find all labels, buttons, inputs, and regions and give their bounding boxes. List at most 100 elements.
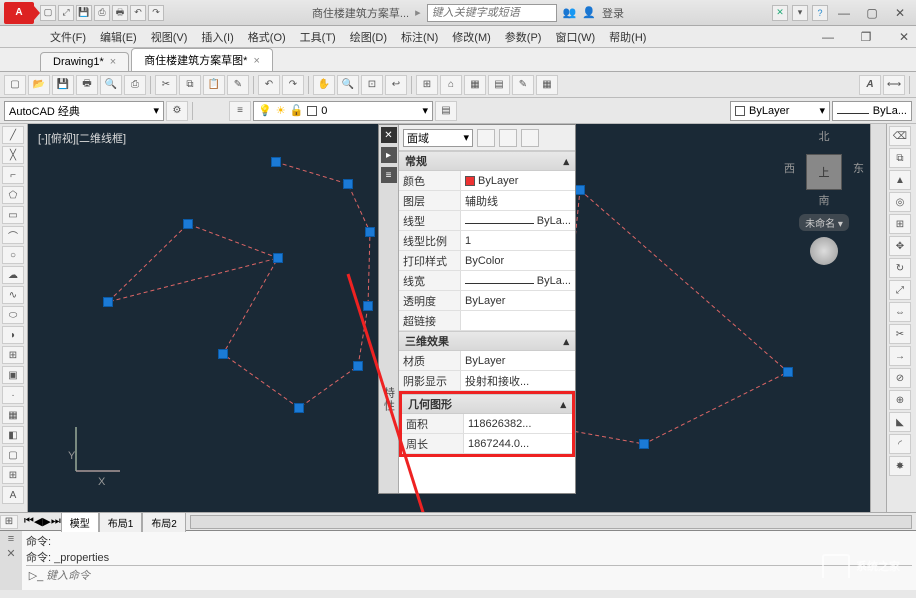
- layout-tab-1[interactable]: 布局1: [99, 512, 143, 532]
- circle-icon[interactable]: ○: [2, 246, 24, 264]
- property-row[interactable]: 线型比例1: [399, 231, 575, 251]
- mdi-minimize-button[interactable]: —: [816, 28, 840, 46]
- cut-icon[interactable]: ✂: [155, 75, 177, 95]
- doc-tab[interactable]: Drawing1*×: [40, 52, 129, 71]
- menu-insert[interactable]: 插入(I): [201, 29, 233, 45]
- tab-nav-last-icon[interactable]: ⏭: [51, 515, 61, 528]
- designcenter-icon[interactable]: ⌂: [440, 75, 462, 95]
- color-combo[interactable]: ByLayer ▾: [730, 101, 830, 121]
- property-row[interactable]: 超链接: [399, 311, 575, 331]
- extend-icon[interactable]: →: [889, 346, 911, 366]
- exchange-icon[interactable]: ✕: [772, 5, 788, 21]
- properties-icon[interactable]: ⊞: [416, 75, 438, 95]
- property-value[interactable]: 1867244.0...: [464, 434, 572, 453]
- pan-icon[interactable]: ✋: [313, 75, 335, 95]
- table-icon[interactable]: ⊞: [2, 466, 24, 484]
- menu-tools[interactable]: 工具(T): [300, 29, 336, 45]
- menu-draw[interactable]: 绘图(D): [350, 29, 387, 45]
- menu-dimension[interactable]: 标注(N): [401, 29, 438, 45]
- explode-icon[interactable]: ✸: [889, 456, 911, 476]
- selectobjects-icon[interactable]: [499, 129, 517, 147]
- section-geometry[interactable]: 几何图形▴: [402, 394, 572, 414]
- point-icon[interactable]: ·: [2, 386, 24, 404]
- viewcube-top-face[interactable]: 上: [806, 154, 842, 190]
- workspace-combo[interactable]: AutoCAD 经典▾: [4, 101, 164, 121]
- menu-help[interactable]: 帮助(H): [609, 29, 646, 45]
- move-icon[interactable]: ✥: [889, 236, 911, 256]
- copy-icon[interactable]: ⧉: [179, 75, 201, 95]
- property-value[interactable]: 118626382...: [464, 414, 572, 433]
- property-row[interactable]: 透明度ByLayer: [399, 291, 575, 311]
- grip-handle[interactable]: [365, 227, 375, 237]
- textstyle-icon[interactable]: A: [859, 75, 881, 95]
- block-icon[interactable]: ▣: [2, 366, 24, 384]
- quickselect-icon[interactable]: [477, 129, 495, 147]
- menu-format[interactable]: 格式(O): [248, 29, 286, 45]
- object-type-combo[interactable]: 面域▾: [403, 129, 473, 147]
- fillet-icon[interactable]: ◜: [889, 434, 911, 454]
- offset-icon[interactable]: ◎: [889, 192, 911, 212]
- mdi-restore-button[interactable]: ❐: [854, 28, 878, 46]
- cmd-close-icon[interactable]: ✕: [6, 547, 15, 560]
- arc-icon[interactable]: ⌒: [2, 226, 24, 244]
- cmd-history-icon[interactable]: ≡: [8, 533, 14, 545]
- property-value[interactable]: ByLa...: [461, 211, 575, 230]
- join-icon[interactable]: ⊕: [889, 390, 911, 410]
- help-search-input[interactable]: [427, 4, 557, 22]
- array-icon[interactable]: ⊞: [889, 214, 911, 234]
- layer-combo[interactable]: 💡 ☀ 🔓 0 ▾: [253, 101, 433, 121]
- menu-modify[interactable]: 修改(M): [452, 29, 491, 45]
- property-value[interactable]: ByLayer: [461, 171, 575, 190]
- property-row[interactable]: 面积118626382...: [402, 414, 572, 434]
- insert-icon[interactable]: ⊞: [2, 346, 24, 364]
- grip-handle[interactable]: [271, 157, 281, 167]
- property-row[interactable]: 阴影显示投射和接收...: [399, 371, 575, 391]
- undo-icon[interactable]: ↶: [258, 75, 280, 95]
- grip-handle[interactable]: [294, 403, 304, 413]
- layout-tab-2[interactable]: 布局2: [142, 512, 186, 532]
- stretch-icon[interactable]: ⇔: [889, 302, 911, 322]
- pim-icon[interactable]: [521, 129, 539, 147]
- close-button[interactable]: ✕: [888, 4, 912, 22]
- property-value[interactable]: ByColor: [461, 251, 575, 270]
- tab-close-icon[interactable]: ×: [253, 55, 259, 67]
- erase-icon[interactable]: ⌫: [889, 126, 911, 146]
- title-chevron-icon[interactable]: ▸: [415, 6, 421, 19]
- spline-icon[interactable]: ∿: [2, 286, 24, 304]
- grip-handle[interactable]: [218, 349, 228, 359]
- qat-undo-icon[interactable]: ↶: [130, 5, 146, 21]
- property-value[interactable]: ByLa...: [461, 271, 575, 290]
- preview-icon[interactable]: 🔍: [100, 75, 122, 95]
- grip-handle[interactable]: [639, 439, 649, 449]
- grip-handle[interactable]: [353, 361, 363, 371]
- qat-saveas-icon[interactable]: ⎙: [94, 5, 110, 21]
- qat-redo-icon[interactable]: ↷: [148, 5, 164, 21]
- linetype-combo[interactable]: ByLa...: [832, 101, 912, 121]
- command-input[interactable]: [46, 569, 912, 582]
- grip-handle[interactable]: [783, 367, 793, 377]
- property-row[interactable]: 颜色ByLayer: [399, 171, 575, 191]
- revcloud-icon[interactable]: ☁: [2, 266, 24, 284]
- palette-menu-icon[interactable]: ≡: [381, 167, 397, 183]
- polyline-icon[interactable]: ⌐: [2, 166, 24, 184]
- grip-handle[interactable]: [183, 219, 193, 229]
- print-icon[interactable]: 🖶: [76, 75, 98, 95]
- ellipsearc-icon[interactable]: ◗: [2, 326, 24, 344]
- horizontal-scrollbar[interactable]: [190, 515, 912, 529]
- layer-manager-icon[interactable]: ≡: [229, 101, 251, 121]
- zoom-prev-icon[interactable]: ↩: [385, 75, 407, 95]
- viewport[interactable]: [-][俯视][二维线框] Y X 北 西 上 东 南 未命名 ▾ ✕: [28, 124, 870, 512]
- infocenter-icon[interactable]: ▾: [792, 5, 808, 21]
- markup-icon[interactable]: ✎: [512, 75, 534, 95]
- mdi-close-button[interactable]: ✕: [892, 28, 916, 46]
- publish-icon[interactable]: ⎙: [124, 75, 146, 95]
- workspace-settings-icon[interactable]: ⚙: [166, 101, 188, 121]
- scale-icon[interactable]: ⤢: [889, 280, 911, 300]
- line-icon[interactable]: ╱: [2, 126, 24, 144]
- property-row[interactable]: 图层辅助线: [399, 191, 575, 211]
- section-general[interactable]: 常规▴: [399, 151, 575, 171]
- menu-view[interactable]: 视图(V): [151, 29, 188, 45]
- chamfer-icon[interactable]: ◣: [889, 412, 911, 432]
- minimize-button[interactable]: —: [832, 4, 856, 22]
- palette-autohide-icon[interactable]: ▸: [381, 147, 397, 163]
